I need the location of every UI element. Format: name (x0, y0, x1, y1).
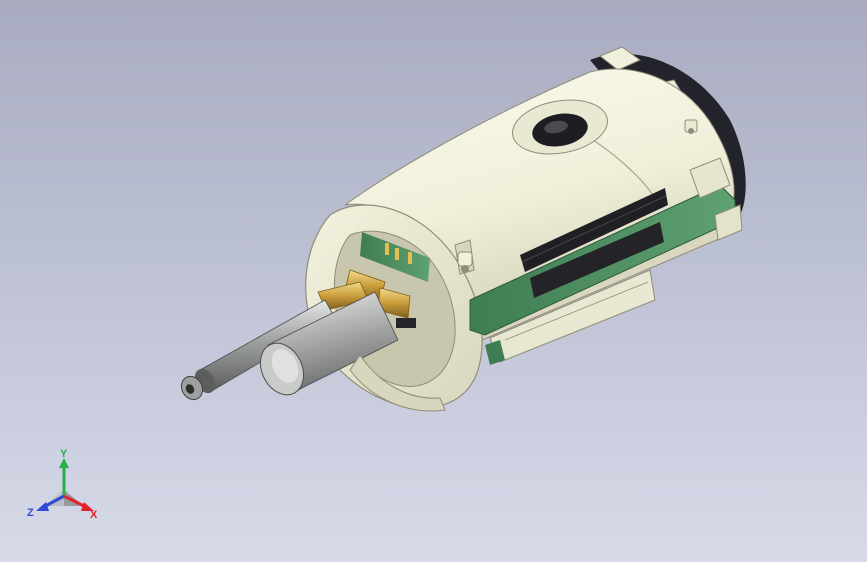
y-axis-label: Y (60, 448, 68, 460)
graphics-viewport[interactable]: Y X Z (0, 0, 867, 562)
x-axis-label: X (90, 509, 98, 521)
z-axis-arrow-icon (36, 502, 49, 511)
z-axis-label: Z (27, 507, 34, 519)
3d-model-view[interactable] (0, 0, 867, 562)
axis-triad: Y X Z (27, 448, 98, 521)
